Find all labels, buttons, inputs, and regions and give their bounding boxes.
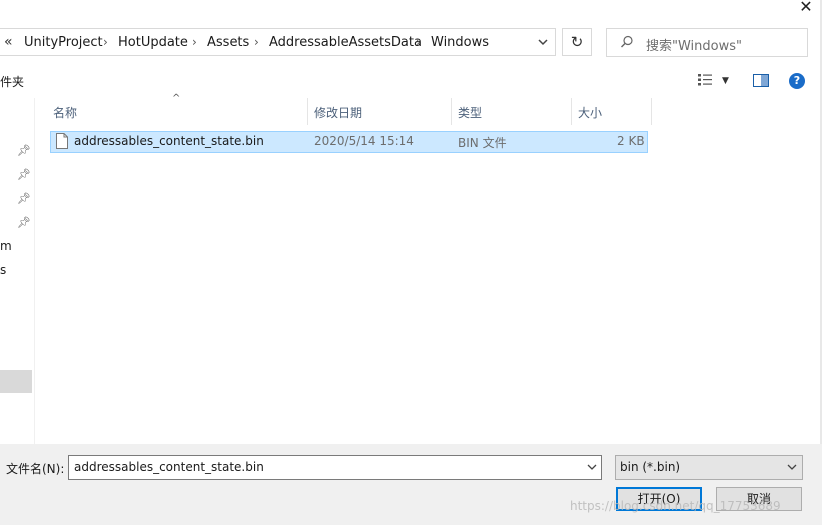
- file-type: BIN 文件: [458, 136, 507, 150]
- filename-value[interactable]: addressables_content_state.bin: [74, 460, 264, 474]
- view-dropdown-icon[interactable]: ▼: [722, 76, 729, 86]
- column-label-type: 类型: [458, 106, 483, 120]
- preview-pane-icon[interactable]: [753, 74, 769, 87]
- filetype-value[interactable]: bin (*.bin): [620, 460, 680, 474]
- refresh-button[interactable]: ↻: [562, 28, 592, 56]
- breadcrumb-windows[interactable]: Windows: [431, 35, 489, 50]
- nav-item[interactable]: s: [0, 263, 6, 277]
- chevron-down-icon[interactable]: [786, 462, 798, 472]
- file-name[interactable]: addressables_content_state.bin: [74, 134, 264, 148]
- file-icon: [56, 133, 68, 149]
- chevron-right-icon[interactable]: ›: [103, 35, 108, 49]
- breadcrumb-unityproject[interactable]: UnityProject: [24, 35, 103, 50]
- more-locations-icon[interactable]: «: [4, 34, 13, 50]
- nav-item-selected[interactable]: [0, 370, 32, 393]
- details-view-icon[interactable]: [697, 73, 713, 87]
- chevron-right-icon[interactable]: ›: [254, 35, 259, 49]
- file-date: 2020/5/14 15:14: [314, 134, 414, 148]
- nav-item[interactable]: m: [0, 239, 12, 253]
- chevron-down-icon[interactable]: [536, 36, 550, 48]
- help-icon[interactable]: ?: [789, 73, 805, 89]
- close-icon[interactable]: ✕: [796, 0, 816, 16]
- filename-label: 文件名(N):: [6, 462, 65, 476]
- watermark: https://blog.csdn.net/qq_17753689: [570, 499, 781, 513]
- pin-icon[interactable]: 📌︎: [17, 216, 31, 229]
- pin-icon[interactable]: 📌︎: [17, 168, 31, 181]
- breadcrumb-hotupdate[interactable]: HotUpdate: [118, 35, 188, 50]
- column-label-size: 大小: [578, 106, 603, 120]
- column-label-date: 修改日期: [314, 106, 363, 120]
- breadcrumb-addressableassetsdata[interactable]: AddressableAssetsData: [269, 35, 422, 50]
- pin-icon[interactable]: 📌︎: [17, 192, 31, 205]
- column-label-name: 名称: [53, 106, 78, 120]
- pin-icon[interactable]: 📌︎: [17, 144, 31, 157]
- new-folder-button[interactable]: 件夹: [0, 73, 24, 90]
- breadcrumb-assets[interactable]: Assets: [207, 35, 249, 50]
- chevron-right-icon[interactable]: ›: [416, 35, 421, 49]
- chevron-down-icon[interactable]: [586, 462, 598, 472]
- search-icon: [621, 35, 633, 48]
- sort-ascending-icon: ^: [172, 93, 181, 104]
- search-placeholder: 搜索"Windows": [646, 39, 742, 54]
- file-size: 2 KB: [617, 134, 645, 148]
- chevron-right-icon[interactable]: ›: [192, 35, 197, 49]
